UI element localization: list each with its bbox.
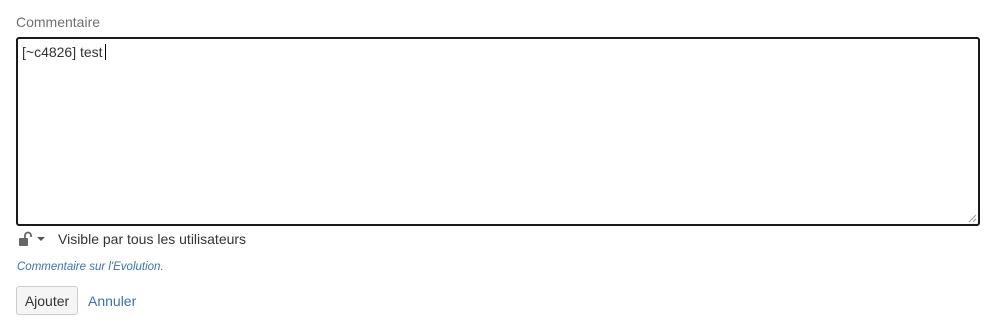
text-caret	[104, 44, 106, 60]
cancel-link[interactable]: Annuler	[88, 293, 136, 309]
visibility-selector[interactable]: Visible par tous les utilisateurs	[18, 231, 246, 247]
context-link[interactable]: Commentaire sur l'Evolution.	[17, 261, 164, 273]
chevron-down-icon[interactable]	[37, 237, 45, 241]
comment-label: Commentaire	[16, 14, 101, 30]
add-button[interactable]: Ajouter	[16, 286, 78, 315]
unlock-icon[interactable]	[18, 231, 32, 247]
resize-grip-icon[interactable]	[967, 213, 977, 223]
visibility-label: Visible par tous les utilisateurs	[58, 231, 247, 247]
comment-text: [~c4826] test	[22, 44, 103, 60]
comment-textarea-content: [~c4826] test	[22, 44, 106, 60]
comment-textarea[interactable]: [~c4826] test	[16, 37, 980, 226]
